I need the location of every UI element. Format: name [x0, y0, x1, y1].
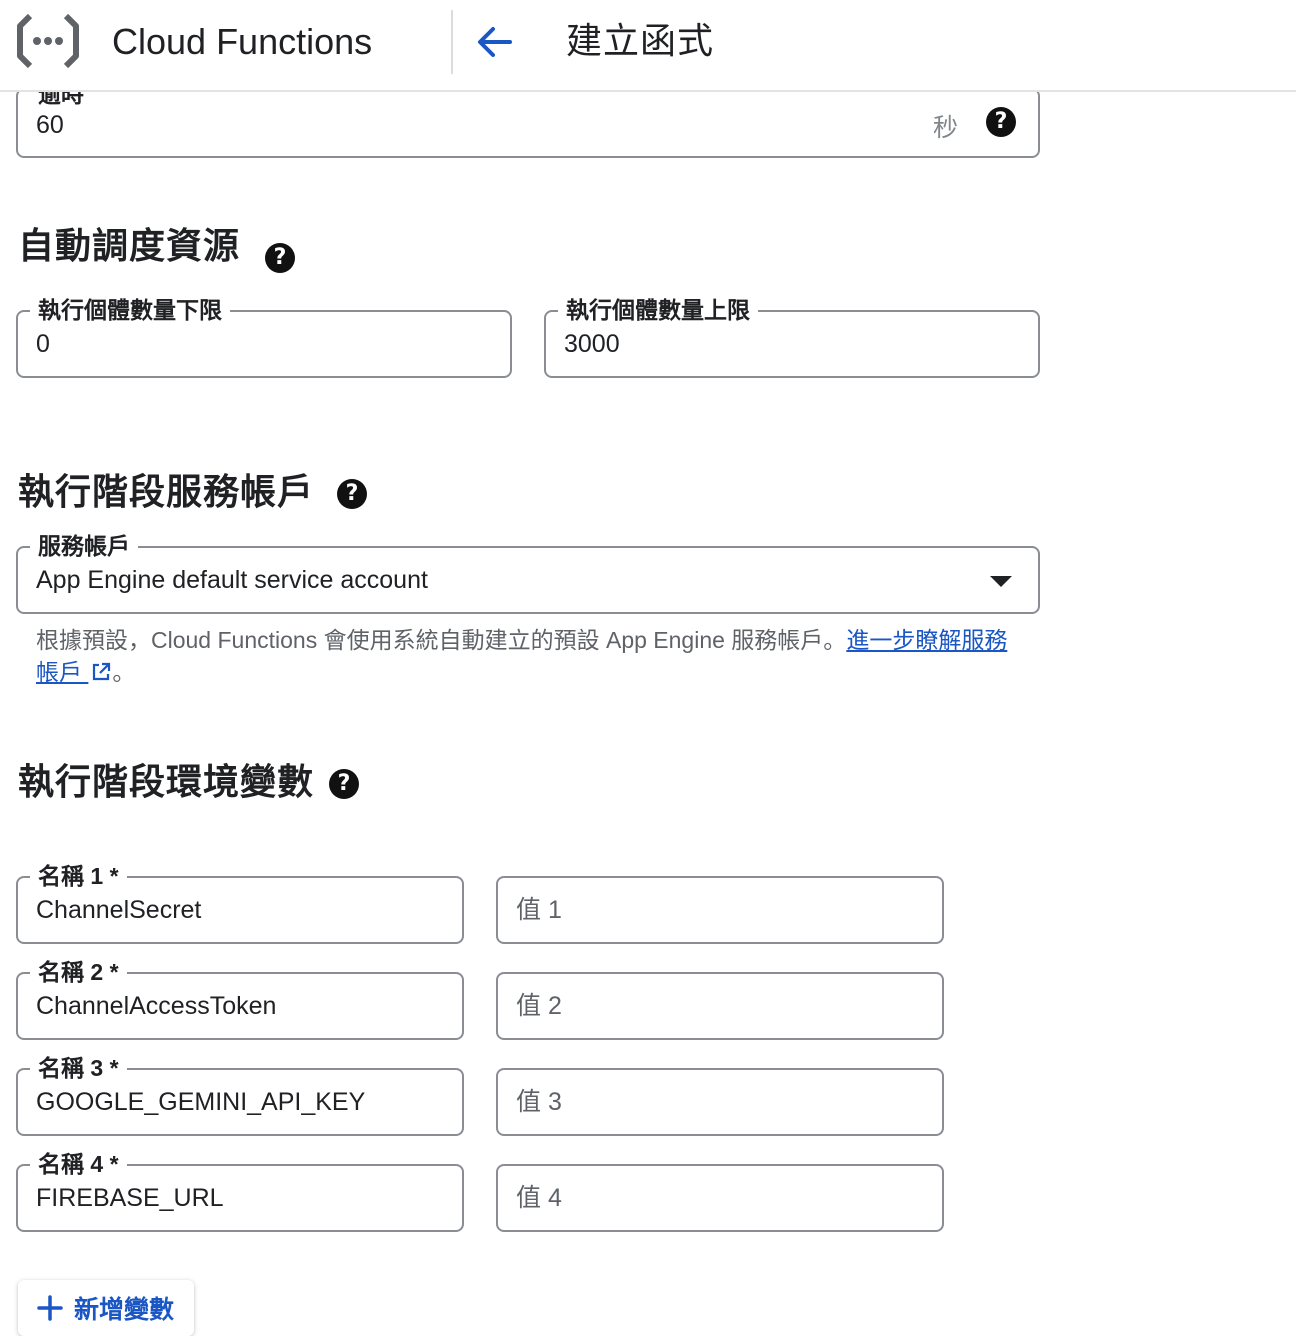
service-account-help-icon[interactable]: ? — [337, 479, 367, 509]
page-title: 建立函式 — [566, 20, 715, 61]
header-divider — [451, 10, 453, 74]
env-name-value-1: ChannelSecret — [36, 896, 202, 924]
timeout-field[interactable]: 逾時 60 秒 ? — [16, 80, 1040, 158]
env-name-field-4[interactable]: 名稱 4 * FIREBASE_URL — [16, 1150, 464, 1232]
max-instances-label: 執行個體數量上限 — [558, 296, 758, 324]
env-name-field-1[interactable]: 名稱 1 * ChannelSecret — [16, 862, 464, 944]
env-value-field-4[interactable]: 值 4 — [496, 1164, 944, 1232]
external-link-icon — [93, 662, 111, 681]
env-vars-help-icon[interactable]: ? — [329, 769, 359, 799]
env-value-placeholder-2: 值 2 — [516, 992, 562, 1020]
service-account-title: 執行階段服務帳戶 — [18, 471, 315, 512]
env-name-label-2: 名稱 2 * — [30, 958, 127, 986]
add-variable-label: 新增變數 — [74, 1296, 175, 1324]
autoscaling-help-icon[interactable]: ? — [265, 243, 295, 273]
env-value-field-1[interactable]: 值 1 — [496, 876, 944, 944]
env-name-value-4: FIREBASE_URL — [36, 1184, 224, 1212]
plus-icon — [37, 1295, 63, 1321]
autoscaling-title: 自動調度資源 — [18, 225, 241, 266]
max-instances-field[interactable]: 執行個體數量上限 3000 — [544, 296, 1040, 378]
back-button[interactable] — [470, 16, 518, 68]
env-name-label-1: 名稱 1 * — [30, 862, 127, 890]
env-value-placeholder-1: 值 1 — [516, 896, 562, 924]
min-instances-label: 執行個體數量下限 — [30, 296, 230, 324]
env-name-field-2[interactable]: 名稱 2 * ChannelAccessToken — [16, 958, 464, 1040]
env-name-label-3: 名稱 3 * — [30, 1054, 127, 1082]
env-value-field-3[interactable]: 值 3 — [496, 1068, 944, 1136]
product-name: Cloud Functions — [112, 21, 373, 62]
env-name-value-3: GOOGLE_GEMINI_API_KEY — [36, 1088, 366, 1116]
max-instances-value: 3000 — [564, 330, 620, 358]
service-account-value: App Engine default service account — [36, 566, 428, 594]
timeout-value: 60 — [36, 111, 64, 139]
timeout-help-icon[interactable]: ? — [986, 107, 1016, 137]
service-account-label: 服務帳戶 — [30, 532, 138, 560]
cloud-functions-logo-icon — [16, 12, 80, 70]
min-instances-value: 0 — [36, 330, 50, 358]
min-instances-field[interactable]: 執行個體數量下限 0 — [16, 296, 512, 378]
arrow-left-icon — [478, 27, 512, 57]
env-name-value-2: ChannelAccessToken — [36, 992, 277, 1020]
env-value-placeholder-4: 值 4 — [516, 1184, 562, 1212]
service-account-select[interactable]: 服務帳戶 App Engine default service account — [16, 532, 1040, 614]
dropdown-arrow-icon — [990, 576, 1012, 587]
service-account-hint: 根據預設，Cloud Functions 會使用系統自動建立的預設 App En… — [36, 624, 1016, 688]
env-value-field-2[interactable]: 值 2 — [496, 972, 944, 1040]
env-value-placeholder-3: 值 3 — [516, 1088, 562, 1116]
timeout-unit: 秒 — [932, 114, 958, 142]
env-name-label-4: 名稱 4 * — [30, 1150, 127, 1178]
top-bar: Cloud Functions 建立函式 — [0, 0, 1296, 92]
hint-text: 根據預設，Cloud Functions 會使用系統自動建立的預設 App En… — [36, 627, 847, 653]
hint-end: 。 — [112, 659, 136, 685]
env-name-field-3[interactable]: 名稱 3 * GOOGLE_GEMINI_API_KEY — [16, 1054, 464, 1136]
env-vars-title: 執行階段環境變數 — [18, 761, 315, 802]
